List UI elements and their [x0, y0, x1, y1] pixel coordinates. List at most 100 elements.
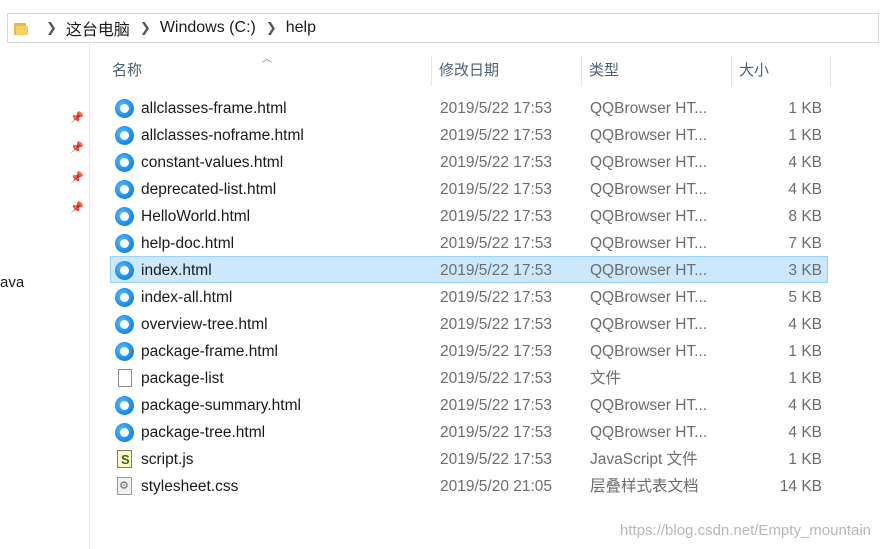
file-type: QQBrowser HT... [590, 181, 708, 198]
file-modified-date: 2019/5/20 21:05 [440, 478, 553, 495]
file-size: 1 KB [788, 451, 822, 468]
column-header-name[interactable]: 名称 [105, 56, 432, 86]
file-modified-date: 2019/5/22 17:53 [440, 289, 553, 306]
file-size: 1 KB [788, 127, 822, 144]
chevron-right-icon[interactable]: ❯ [140, 20, 151, 36]
blank-file-icon [118, 369, 132, 387]
file-name: deprecated-list.html [141, 181, 277, 198]
file-name: help-doc.html [141, 235, 235, 252]
browser-icon [115, 126, 134, 145]
pin-icon[interactable]: 📌 [70, 202, 84, 214]
address-bar[interactable]: ❯ 这台电脑 ❯ Windows (C:) ❯ help [7, 13, 879, 43]
file-modified-date: 2019/5/22 17:53 [440, 451, 553, 468]
navigation-pane: 📌 📌 📌 📌 ava [0, 44, 90, 549]
nav-item-java[interactable]: ava [0, 274, 24, 291]
column-header-type[interactable]: 类型 [582, 56, 732, 86]
file-modified-date: 2019/5/22 17:53 [440, 208, 553, 225]
column-header-size[interactable]: 大小 [732, 56, 831, 86]
file-list: allclasses-frame.html 2019/5/22 17:53 QQBr… [110, 94, 828, 500]
file-row[interactable]: package-tree.html 2019/5/22 17:53 QQBrowse… [110, 418, 828, 445]
css-file-icon [117, 473, 132, 500]
file-type: QQBrowser HT... [590, 100, 708, 117]
file-size: 7 KB [788, 235, 822, 252]
browser-icon [115, 423, 134, 442]
column-header-date[interactable]: 修改日期 [432, 56, 582, 86]
file-size: 1 KB [788, 343, 822, 360]
file-row[interactable]: index-all.html 2019/5/22 17:53 QQBrowser H… [110, 283, 828, 310]
file-size: 4 KB [788, 397, 822, 414]
file-size: 1 KB [788, 370, 822, 387]
file-row[interactable]: stylesheet.css 2019/5/20 21:05 层叠样式表文档 14 K… [110, 472, 828, 500]
file-size: 5 KB [788, 289, 822, 306]
file-name: HelloWorld.html [141, 208, 251, 225]
file-row[interactable]: deprecated-list.html 2019/5/22 17:53 QQBro… [110, 175, 828, 202]
file-size: 3 KB [788, 262, 822, 279]
pin-icon[interactable]: 📌 [70, 172, 84, 184]
file-row[interactable]: allclasses-noframe.html 2019/5/22 17:53 QQ… [110, 121, 828, 148]
file-name: constant-values.html [141, 154, 284, 171]
chevron-right-icon[interactable]: ❯ [46, 20, 57, 36]
file-size: 4 KB [788, 316, 822, 333]
file-row[interactable]: overview-tree.html 2019/5/22 17:53 QQBrows… [110, 310, 828, 337]
chevron-right-icon[interactable]: ❯ [266, 20, 277, 36]
file-name: stylesheet.css [141, 478, 239, 495]
pin-icon[interactable]: 📌 [70, 112, 84, 124]
breadcrumb-help[interactable]: help [286, 19, 316, 37]
file-name: package-list [141, 370, 224, 387]
file-row[interactable]: package-list 2019/5/22 17:53 文件 1 KB [110, 364, 828, 391]
file-modified-date: 2019/5/22 17:53 [440, 316, 553, 333]
pin-icon[interactable]: 📌 [70, 142, 84, 154]
file-name: index-all.html [141, 289, 233, 306]
file-row[interactable]: constant-values.html 2019/5/22 17:53 QQBro… [110, 148, 828, 175]
javascript-file-icon [117, 446, 132, 473]
file-modified-date: 2019/5/22 17:53 [440, 235, 553, 252]
file-type: 层叠样式表文档 [590, 478, 699, 495]
file-row[interactable]: help-doc.html 2019/5/22 17:53 QQBrowser HT… [110, 229, 828, 256]
file-type: JavaScript 文件 [590, 451, 698, 468]
file-row[interactable]: script.js 2019/5/22 17:53 JavaScript 文件 1 K… [110, 445, 828, 473]
file-type: QQBrowser HT... [590, 154, 708, 171]
file-type: QQBrowser HT... [590, 235, 708, 252]
watermark: https://blog.csdn.net/Empty_mountain [620, 522, 871, 539]
browser-icon [115, 342, 134, 361]
browser-icon [115, 261, 134, 280]
file-modified-date: 2019/5/22 17:53 [440, 154, 553, 171]
file-row[interactable]: HelloWorld.html 2019/5/22 17:53 QQBrowser … [110, 202, 828, 229]
browser-icon [115, 207, 134, 226]
file-size: 1 KB [788, 100, 822, 117]
file-modified-date: 2019/5/22 17:53 [440, 397, 553, 414]
file-type: QQBrowser HT... [590, 289, 708, 306]
file-modified-date: 2019/5/22 17:53 [440, 100, 553, 117]
file-name: script.js [141, 451, 194, 468]
column-header-row: 名称 修改日期 类型 大小 [105, 56, 831, 86]
file-type: QQBrowser HT... [590, 208, 708, 225]
file-name: allclasses-noframe.html [141, 127, 304, 144]
browser-icon [115, 99, 134, 118]
file-modified-date: 2019/5/22 17:53 [440, 424, 553, 441]
file-size: 8 KB [788, 208, 822, 225]
file-size: 14 KB [779, 478, 822, 495]
folder-icon [14, 21, 28, 35]
file-modified-date: 2019/5/22 17:53 [440, 262, 553, 279]
file-type: QQBrowser HT... [590, 397, 708, 414]
browser-icon [115, 234, 134, 253]
file-row[interactable]: allclasses-frame.html 2019/5/22 17:53 QQBr… [110, 94, 828, 121]
file-name: package-frame.html [141, 343, 278, 360]
file-name: package-summary.html [141, 397, 301, 414]
file-modified-date: 2019/5/22 17:53 [440, 181, 553, 198]
file-modified-date: 2019/5/22 17:53 [440, 127, 553, 144]
file-row[interactable]: package-frame.html 2019/5/22 17:53 QQBrows… [110, 337, 828, 364]
file-type: 文件 [590, 370, 622, 387]
file-type: QQBrowser HT... [590, 343, 708, 360]
breadcrumb-this-pc[interactable]: 这台电脑 [66, 16, 130, 40]
file-size: 4 KB [788, 154, 822, 171]
file-row[interactable]: package-summary.html 2019/5/22 17:53 QQBro… [110, 391, 828, 418]
file-row[interactable]: index.html 2019/5/22 17:53 QQBrowser HT...… [110, 256, 828, 283]
file-name: allclasses-frame.html [141, 100, 287, 117]
browser-icon [115, 288, 134, 307]
file-type: QQBrowser HT... [590, 127, 708, 144]
file-type: QQBrowser HT... [590, 262, 708, 279]
file-type: QQBrowser HT... [590, 316, 708, 333]
breadcrumb-drive-c[interactable]: Windows (C:) [160, 19, 256, 37]
browser-icon [115, 153, 134, 172]
